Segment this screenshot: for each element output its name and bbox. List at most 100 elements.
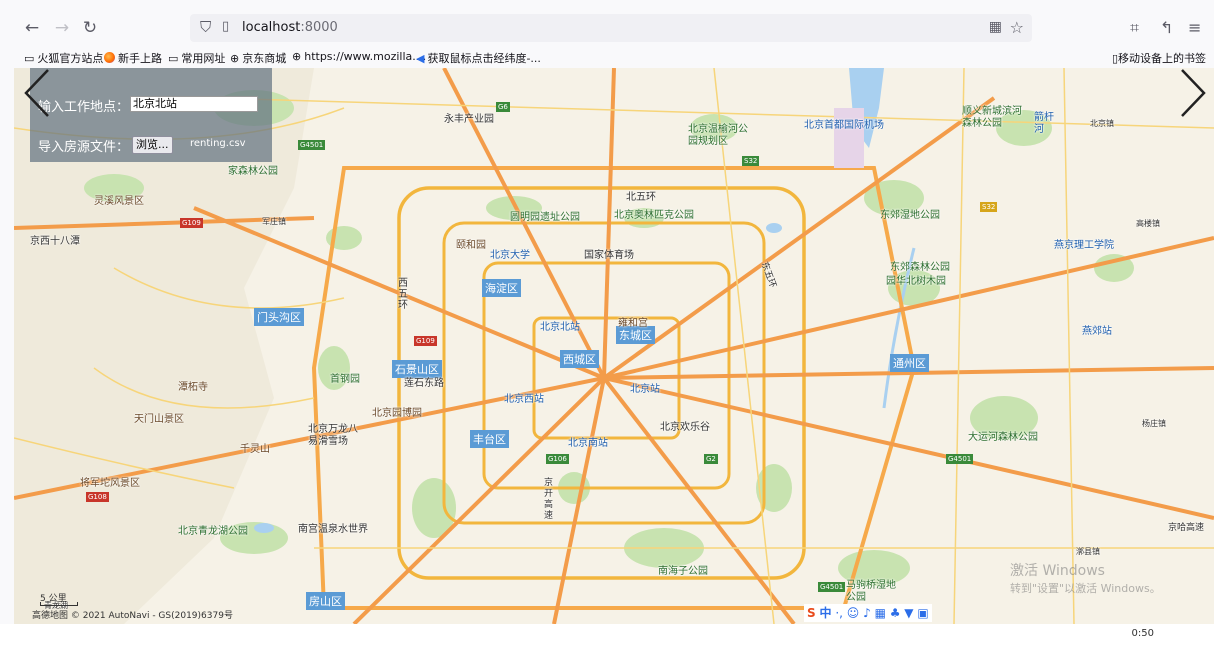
bookmark-item[interactable]: ▭ 火狐官方站点	[24, 50, 103, 66]
selected-file-name: renting.csv	[190, 138, 246, 149]
place-label: 北五环	[626, 192, 656, 203]
road-shield: G2	[704, 454, 718, 464]
screenshot-icon[interactable]: ⌗	[1130, 18, 1139, 38]
place-label: 潭柘寺	[178, 382, 208, 393]
district-label: 通州区	[890, 354, 929, 372]
place-label: 西五环	[398, 278, 408, 311]
ime-tools-icon[interactable]: ·, ☺ ♪ ▦ ♣ ▼ ▣	[835, 606, 928, 620]
place-label: 北京园博园	[372, 408, 422, 419]
place-label: 京开高速	[544, 478, 554, 521]
place-label: 顺义新城滨河森林公园	[962, 106, 1022, 129]
menu-icon[interactable]: ≡	[1188, 18, 1201, 37]
place-label: 北京欢乐谷	[660, 422, 710, 433]
place-label: 将军坨风景区	[80, 478, 140, 489]
place-label: 圆明园遗址公园	[510, 212, 580, 223]
place-label: 北京南站	[568, 438, 608, 449]
ime-lang[interactable]: 中	[819, 606, 831, 620]
mobile-bookmarks[interactable]: ▯移动设备上的书签	[1112, 50, 1206, 66]
globe-icon: ⊕	[292, 50, 302, 63]
place-label: 北京首都国际机场	[804, 120, 884, 131]
place-label: 京哈高速	[1168, 523, 1205, 533]
windows-activation-sub: 转到"设置"以激活 Windows。	[1010, 582, 1161, 595]
place-label: 军庄镇	[262, 217, 286, 226]
place-label: 园华北树木园	[886, 276, 946, 287]
road-shield: G106	[546, 454, 569, 464]
place-label: 漷县镇	[1076, 547, 1100, 556]
forward-icon[interactable]: →	[50, 16, 74, 40]
bookmark-item[interactable]: ⊕ https://www.mozilla....	[292, 50, 426, 63]
place-label: 南海子公园	[658, 566, 708, 577]
map-scale-bar	[40, 602, 78, 606]
sogou-icon[interactable]: S	[807, 606, 816, 620]
taskbar-clock: 0:50	[1131, 628, 1154, 639]
place-label: 北京镇	[1090, 119, 1114, 128]
district-label: 丰台区	[470, 430, 509, 448]
taskbar: 0:50	[0, 624, 1214, 645]
district-label: 海淀区	[482, 279, 521, 297]
back-icon[interactable]: ←	[20, 16, 44, 40]
place-label: 北京奥林匹克公园	[614, 210, 694, 221]
road-shield: S32	[742, 156, 760, 166]
windows-activation-title: 激活 Windows	[1010, 563, 1105, 579]
place-label: 北京青龙湖公园	[178, 526, 248, 537]
pin-icon: ◀	[416, 52, 425, 65]
bookmark-item[interactable]: ⊕ 京东商城	[230, 50, 286, 66]
district-label: 房山区	[306, 592, 345, 610]
bookmarks-bar: ▭ 火狐官方站点 新手上路 ▭ 常用网址 ⊕ 京东商城 ⊕ https://www.mo…	[0, 46, 1214, 68]
firefox-icon	[104, 52, 115, 63]
qr-code-icon[interactable]: ▦	[989, 19, 1002, 35]
road-shield: S32	[980, 202, 998, 212]
place-label: 北京万龙八易滑雪场	[308, 424, 358, 447]
place-label: 北京大学	[490, 250, 530, 261]
url-text[interactable]: localhost:8000	[242, 20, 338, 35]
place-label: 家森林公园	[228, 166, 278, 177]
prev-arrow-icon[interactable]	[22, 68, 52, 118]
road-shield: G109	[180, 218, 203, 228]
place-label: 杨庄镇	[1142, 419, 1166, 428]
place-label: 南宫温泉水世界	[298, 524, 368, 535]
place-label: 箭杆河	[1034, 112, 1054, 135]
road-shield: G4501	[946, 454, 974, 464]
place-label: 燕郊站	[1082, 326, 1112, 337]
place-label: 颐和园	[456, 240, 486, 251]
work-location-input[interactable]: 北京北站	[130, 96, 258, 112]
control-panel: 输入工作地点： 北京北站 导入房源文件： 浏览... renting.csv	[30, 68, 272, 162]
place-label: 北京西站	[504, 394, 544, 405]
road-shield: G4501	[818, 582, 846, 592]
place-label: 京西十八潭	[30, 236, 80, 247]
bookmark-item[interactable]: 新手上路	[104, 50, 162, 66]
page-info-icon[interactable]: ▯	[222, 19, 229, 34]
map-attribution: 高德地图 © 2021 AutoNavi - GS(2019)6379号	[32, 611, 233, 621]
folder-icon: ▭	[24, 52, 35, 65]
place-label: 永丰产业园	[444, 114, 494, 125]
road-shield: G108	[86, 492, 109, 502]
import-file-label: 导入房源文件：	[38, 140, 130, 155]
map-view[interactable]: 门头沟区 海淀区 东城区 西城区 石景山区 丰台区 通州区 房山区 永丰产业园 …	[14, 68, 1214, 624]
ime-toolbar[interactable]: S 中 ·, ☺ ♪ ▦ ♣ ▼ ▣	[804, 604, 932, 622]
bookmark-star-icon[interactable]: ☆	[1010, 18, 1024, 37]
folder-icon: ▭	[168, 52, 179, 65]
place-label: 高楼镇	[1136, 219, 1160, 228]
place-label: 国家体育场	[584, 250, 634, 261]
district-label: 门头沟区	[254, 308, 304, 326]
next-arrow-icon[interactable]	[1178, 68, 1208, 118]
extensions-icon[interactable]: ↰	[1160, 18, 1173, 37]
road-shield: G4501	[298, 140, 326, 150]
place-label: 天门山景区	[134, 414, 184, 425]
place-label: 灵溪风景区	[94, 196, 144, 207]
bookmark-item[interactable]: ▭ 常用网址	[168, 50, 225, 66]
place-label: 东郊湿地公园	[880, 210, 940, 221]
place-label: 燕京理工学院	[1054, 240, 1114, 251]
globe-icon: ⊕	[230, 52, 240, 65]
road-shield: G109	[414, 336, 437, 346]
place-label: 千灵山	[240, 444, 270, 455]
place-label: 北京温榆河公园规划区	[688, 124, 748, 147]
place-label: 首钢园	[330, 374, 360, 385]
browse-button[interactable]: 浏览...	[132, 136, 173, 154]
url-bar[interactable]: ⛉ ▯ localhost:8000 ▦ ☆	[190, 14, 1032, 42]
tracking-shield-icon[interactable]: ⛉	[200, 18, 211, 36]
place-label: 莲石东路	[404, 378, 444, 389]
bookmark-item[interactable]: ◀ 获取鼠标点击经纬度-...	[416, 50, 541, 66]
place-label: 大运河森林公园	[968, 432, 1038, 443]
reload-icon[interactable]: ↻	[78, 16, 102, 40]
